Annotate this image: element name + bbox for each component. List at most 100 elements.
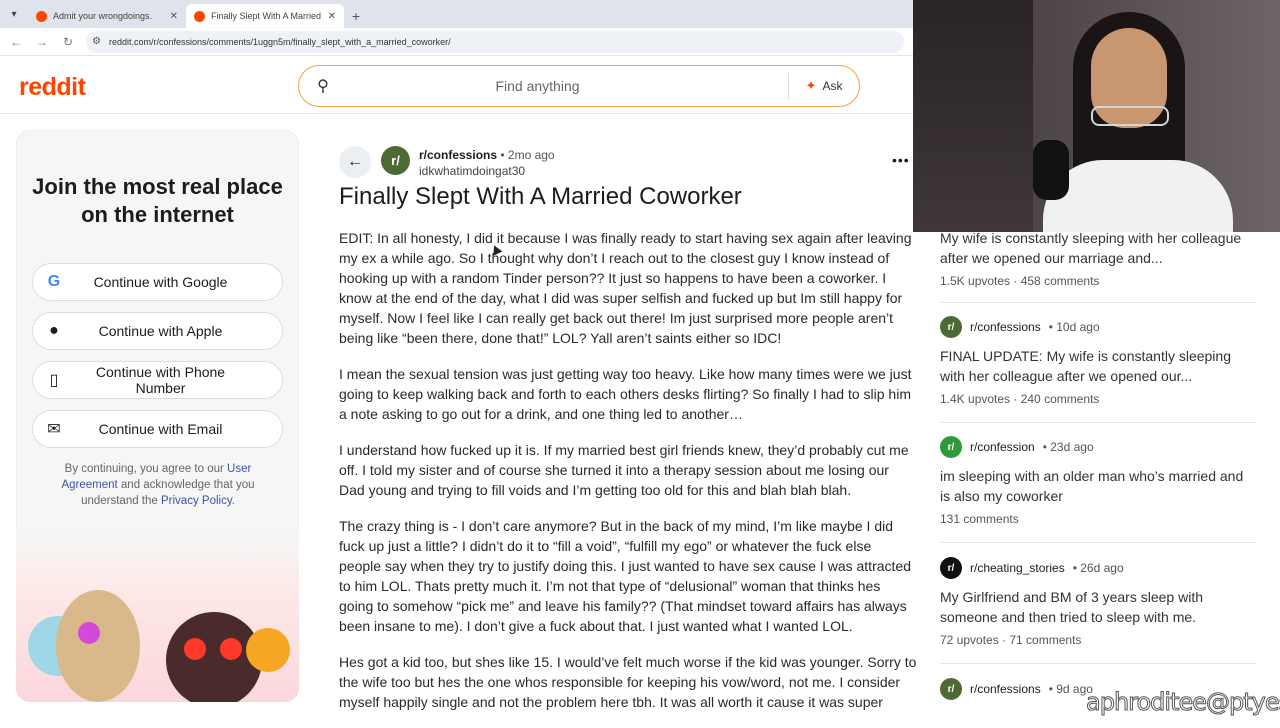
streamer-watermark: aphroditee@ptyes [1085,688,1280,717]
signin-heading: Join the most real place on the internet [32,174,283,227]
related-post-meta: 1.5K upvotes · 458 comments [940,274,1100,288]
legal-suffix: . [231,495,235,507]
subreddit-avatar[interactable]: r/ [381,146,410,175]
new-tab-icon[interactable]: + [344,4,368,28]
post-paragraph: EDIT: In all honesty, I did it because I… [339,230,912,346]
sparkle-icon: ✦ [805,78,817,93]
related-post-title[interactable]: My Girlfriend and BM of 3 years sleep wi… [940,587,1256,627]
post-meta: r/confessions • 2mo ago [419,148,555,162]
phone-icon: ▯ [49,372,59,389]
post-paragraph: I mean the sexual tension was just getti… [339,366,912,422]
divider [940,302,1256,303]
related-post-header: r/ r/confession • 23d ago [940,436,1256,458]
forward-icon[interactable]: → [34,35,50,49]
subreddit-avatar: r/ [940,436,962,458]
subreddit-avatar: r/ [940,678,962,700]
close-tab-icon[interactable]: ✕ [328,11,336,22]
privacy-policy-link[interactable]: Privacy Policy [161,495,232,507]
related-post-header: r/ r/confessions • 10d ago [940,316,1256,338]
subreddit-link[interactable]: r/confessions [419,148,497,162]
post-age: • 23d ago [1042,440,1094,454]
mascot-eye [184,638,206,660]
subreddit-name[interactable]: r/confessions [970,320,1041,334]
divider [940,422,1256,423]
button-label: Continue with Apple [98,323,223,339]
back-icon[interactable]: ← [8,35,24,49]
reload-icon[interactable]: ↻ [60,35,76,49]
subreddit-name[interactable]: r/confession [970,440,1035,454]
browser-tab-2[interactable]: Finally Slept With A Married Co ✕ [186,4,344,28]
webcam-person-shirt [1043,160,1233,232]
author-link[interactable]: idkwhatimdoingat30 [419,164,525,178]
legal-prefix: By continuing, you agree to our [64,463,224,475]
related-post[interactable]: r/ r/confessions • 10d ago FINAL UPDATE:… [940,316,1256,406]
related-post-meta: 1.4K upvotes · 240 comments [940,392,1100,406]
continue-email-button[interactable]: ✉ Continue with Email [32,410,283,448]
subreddit-name[interactable]: r/confessions [970,682,1041,696]
reddit-favicon-icon [194,10,205,22]
webcam-background [913,0,1033,232]
related-post-meta: 131 comments [940,512,1019,526]
post-paragraph: The crazy thing is - I don’t care anymor… [339,518,911,634]
post-age: • 26d ago [1072,561,1124,575]
browser-tab-bar: ▾ Admit your wrongdoings. ✕ Finally Slep… [0,0,914,28]
microphone [1033,140,1069,200]
reddit-logo[interactable]: reddit [19,73,86,102]
post-age: • 2mo ago [500,148,555,162]
mascot-eye [220,638,242,660]
related-post[interactable]: My wife is constantly sleeping with her … [940,228,1256,288]
browser-toolbar: ← → ↻ ⚙ reddit.com/r/confessions/comment… [0,28,914,56]
subreddit-name[interactable]: r/cheating_stories [970,561,1065,575]
post-title: Finally Slept With A Married Coworker [339,183,742,210]
search-input[interactable]: Find anything [347,78,788,94]
ask-button[interactable]: ✦ Ask [789,78,859,94]
url-text: reddit.com/r/confessions/comments/1uggn5… [108,36,451,47]
legal-text: By continuing, you agree to our User Agr… [50,461,266,509]
divider [940,663,1256,664]
back-button[interactable]: ← [339,146,371,178]
signin-card: Join the most real place on the internet… [16,130,299,702]
webcam-person-glasses [1091,106,1169,126]
button-label: Continue with Google [93,274,228,290]
address-bar[interactable]: ⚙ reddit.com/r/confessions/comments/1ugg… [86,30,904,53]
related-post-meta: 72 upvotes · 71 comments [940,633,1082,647]
continue-apple-button[interactable]: ● Continue with Apple [32,312,283,350]
browser-tab-1[interactable]: Admit your wrongdoings. ✕ [28,4,186,28]
webcam-overlay [913,0,1280,232]
related-post-title[interactable]: FINAL UPDATE: My wife is constantly slee… [940,346,1256,386]
post-paragraph: I understand how fucked up it is. If my … [339,442,909,498]
post-body: EDIT: In all honesty, I did it because I… [339,228,917,728]
ask-label: Ask [822,79,843,93]
continue-phone-button[interactable]: ▯ Continue with Phone Number [32,361,283,399]
mascot-eye [78,622,100,644]
button-label: Continue with Phone Number [95,364,226,396]
search-icon: ⚲ [317,78,329,95]
google-icon: G [47,273,61,290]
reddit-favicon-icon [36,10,47,22]
reddit-header: reddit ⚲ Find anything ✦ Ask [0,57,914,114]
tab-title: Finally Slept With A Married Co [211,11,322,21]
tab-title: Admit your wrongdoings. [53,11,153,21]
mail-icon: ✉ [47,421,61,438]
related-post-title[interactable]: im sleeping with an older man who’s marr… [940,466,1256,506]
apple-icon: ● [49,322,59,339]
related-post[interactable]: r/ r/confession • 23d ago im sleeping wi… [940,436,1256,526]
site-info-icon[interactable]: ⚙ [92,36,101,47]
mascot-character [56,590,140,702]
search-bar[interactable]: ⚲ Find anything ✦ Ask [298,65,860,107]
more-options-icon[interactable]: ••• [892,152,910,168]
related-post[interactable]: r/ r/cheating_stories • 26d ago My Girlf… [940,557,1256,647]
related-post-title[interactable]: My wife is constantly sleeping with her … [940,228,1256,268]
tab-search-chevron-icon[interactable]: ▾ [0,0,28,28]
mascot-illustration [16,530,299,702]
related-post-header: r/ r/cheating_stories • 26d ago [940,557,1256,579]
continue-google-button[interactable]: G Continue with Google [32,263,283,301]
post-age: • 10d ago [1048,320,1100,334]
mascot-flower [246,628,290,672]
close-tab-icon[interactable]: ✕ [170,11,178,22]
button-label: Continue with Email [98,421,223,437]
subreddit-avatar: r/ [940,557,962,579]
post-paragraph: Hes got a kid too, but shes like 15. I w… [339,654,917,710]
divider [940,542,1256,543]
subreddit-avatar: r/ [940,316,962,338]
